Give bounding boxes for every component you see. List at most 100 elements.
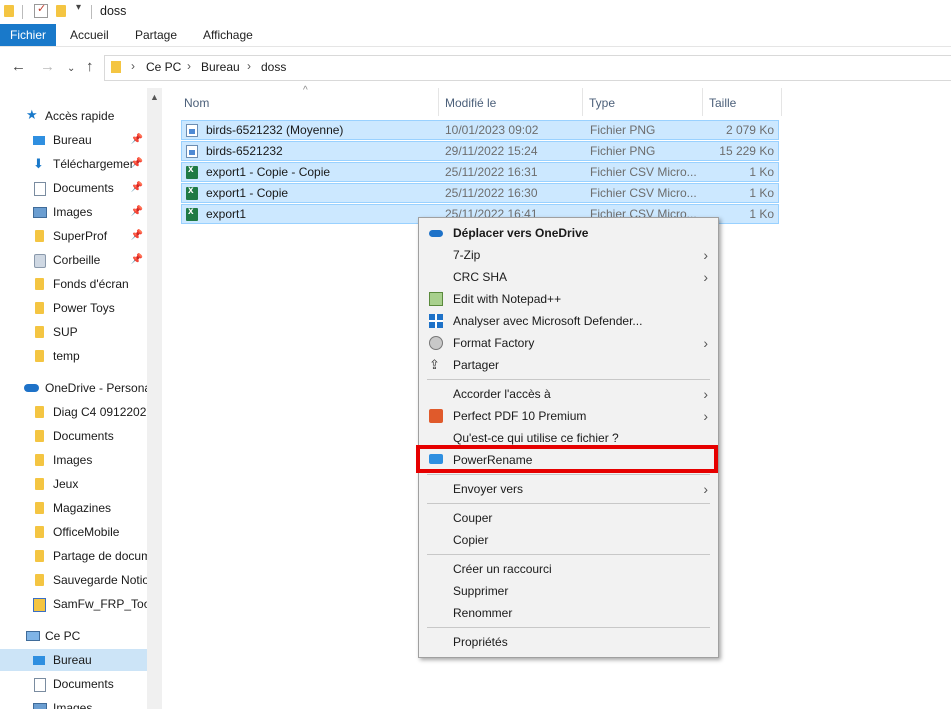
nav-pc-item-bureau[interactable]: Bureau xyxy=(0,649,147,671)
onedrive-cloud-icon xyxy=(429,230,443,237)
nav-item-images[interactable]: Images 📌 xyxy=(0,201,147,223)
nav-onedrive-item[interactable]: Diag C4 09122022 xyxy=(0,401,147,423)
menu-item-create-shortcut[interactable]: Créer un raccourci xyxy=(419,558,718,580)
column-divider[interactable] xyxy=(438,88,439,116)
menu-separator xyxy=(427,627,710,628)
customize-toolbar-icon[interactable]: ▾ xyxy=(76,2,81,13)
tab-fichier[interactable]: Fichier xyxy=(0,24,56,46)
column-header-size[interactable]: Taille xyxy=(709,93,736,113)
nav-pc-item-images[interactable]: Images xyxy=(0,697,147,709)
menu-item-copy[interactable]: Copier xyxy=(419,529,718,551)
column-header-name[interactable]: Nom xyxy=(184,93,209,113)
file-row[interactable]: export1 - Copie 25/11/2022 16:30 Fichier… xyxy=(181,183,779,203)
menu-item-perfect-pdf[interactable]: Perfect PDF 10 Premium › xyxy=(419,405,718,427)
forward-arrow-icon[interactable]: → xyxy=(40,59,55,75)
divider xyxy=(91,5,92,19)
menu-item-format-factory[interactable]: Format Factory › xyxy=(419,332,718,354)
shortcut-folder-icon xyxy=(33,598,46,612)
tab-affichage[interactable]: Affichage xyxy=(193,24,263,46)
back-arrow-icon[interactable]: ← xyxy=(11,59,26,75)
menu-item-share[interactable]: ⇪ Partager xyxy=(419,354,718,376)
nav-onedrive-item[interactable]: Sauvegarde Notio xyxy=(0,569,147,591)
file-row[interactable]: birds-6521232 29/11/2022 15:24 Fichier P… xyxy=(181,141,779,161)
documents-icon xyxy=(34,678,46,692)
menu-separator xyxy=(427,554,710,555)
file-row[interactable]: export1 - Copie - Copie 25/11/2022 16:31… xyxy=(181,162,779,182)
nav-onedrive-item[interactable]: Magazines xyxy=(0,497,147,519)
nav-item-superprof[interactable]: SuperProf 📌 xyxy=(0,225,147,247)
nav-item-fonds-ecran[interactable]: Fonds d'écran xyxy=(0,273,147,295)
nav-quick-access[interactable]: ★ Accès rapide xyxy=(0,105,147,127)
pin-icon: 📌 xyxy=(130,182,143,193)
nav-item-sup[interactable]: SUP xyxy=(0,321,147,343)
recent-locations-chevron-icon[interactable]: ⌄ xyxy=(67,61,75,77)
pin-icon: 📌 xyxy=(130,158,143,169)
file-row[interactable]: birds-6521232 (Moyenne) 10/01/2023 09:02… xyxy=(181,120,779,140)
menu-item-defender-scan[interactable]: Analyser avec Microsoft Defender... xyxy=(419,310,718,332)
scroll-up-icon[interactable]: ▲ xyxy=(150,92,159,102)
menu-item-grant-access[interactable]: Accorder l'accès à › xyxy=(419,383,718,405)
nav-item-bureau[interactable]: Bureau 📌 xyxy=(0,129,147,151)
address-bar[interactable]: › Ce PC › Bureau › doss xyxy=(104,55,951,81)
submenu-chevron-icon: › xyxy=(703,269,708,285)
column-divider[interactable] xyxy=(702,88,703,116)
menu-item-send-to[interactable]: Envoyer vers › xyxy=(419,478,718,500)
nav-pc-item-documents[interactable]: Documents xyxy=(0,673,147,695)
column-divider[interactable] xyxy=(781,88,782,116)
menu-item-delete[interactable]: Supprimer xyxy=(419,580,718,602)
pin-icon: 📌 xyxy=(130,134,143,145)
pin-icon: 📌 xyxy=(130,230,143,241)
menu-item-cut[interactable]: Couper xyxy=(419,507,718,529)
images-icon xyxy=(33,703,47,709)
tab-partage[interactable]: Partage xyxy=(125,24,187,46)
documents-icon xyxy=(34,182,46,196)
breadcrumb-ce-pc[interactable]: Ce PC xyxy=(146,60,181,74)
nav-onedrive-item[interactable]: Documents xyxy=(0,425,147,447)
menu-item-rename[interactable]: Renommer xyxy=(419,602,718,624)
nav-item-corbeille[interactable]: Corbeille 📌 xyxy=(0,249,147,271)
folder-icon xyxy=(35,350,44,362)
folder-icon xyxy=(35,302,44,314)
nav-onedrive-item[interactable]: Partage de docum xyxy=(0,545,147,567)
menu-item-properties[interactable]: Propriétés xyxy=(419,631,718,653)
column-header-date[interactable]: Modifié le xyxy=(445,93,496,113)
highlight-box xyxy=(416,445,718,473)
menu-item-7zip[interactable]: 7-Zip › xyxy=(419,244,718,266)
column-header-type[interactable]: Type xyxy=(589,93,615,113)
properties-check-icon[interactable]: ✓ xyxy=(34,3,48,18)
nav-onedrive-item[interactable]: Jeux xyxy=(0,473,147,495)
menu-separator xyxy=(427,474,710,475)
nav-item-temp[interactable]: temp xyxy=(0,345,147,367)
nav-onedrive-item[interactable]: OfficeMobile xyxy=(0,521,147,543)
menu-item-move-to-onedrive[interactable]: Déplacer vers OneDrive xyxy=(419,222,718,244)
up-arrow-icon[interactable]: ↑ xyxy=(86,59,94,75)
computer-icon xyxy=(26,631,40,641)
nav-onedrive[interactable]: OneDrive - Persona xyxy=(0,377,147,399)
png-icon xyxy=(186,145,198,158)
nav-item-power-toys[interactable]: Power Toys xyxy=(0,297,147,319)
menu-item-crc-sha[interactable]: CRC SHA › xyxy=(419,266,718,288)
nav-this-pc[interactable]: Ce PC xyxy=(0,625,147,647)
png-icon xyxy=(186,124,198,137)
column-divider[interactable] xyxy=(582,88,583,116)
window-title: doss xyxy=(100,4,127,18)
nav-onedrive-item[interactable]: SamFw_FRP_Tool_ xyxy=(0,593,147,615)
tab-accueil[interactable]: Accueil xyxy=(60,24,119,46)
nav-scrollbar[interactable]: ▲ xyxy=(147,88,162,709)
folder-icon xyxy=(35,278,44,290)
desktop-icon xyxy=(33,656,45,665)
menu-separator xyxy=(427,379,710,380)
pin-icon: 📌 xyxy=(130,206,143,217)
context-menu: Déplacer vers OneDrive 7-Zip › CRC SHA ›… xyxy=(418,217,719,658)
menu-item-edit-notepadpp[interactable]: Edit with Notepad++ xyxy=(419,288,718,310)
submenu-chevron-icon: › xyxy=(703,481,708,497)
new-folder-icon[interactable] xyxy=(56,5,66,17)
recycle-bin-icon xyxy=(34,254,46,268)
nav-item-telechargements[interactable]: ⬇ Téléchargemer 📌 xyxy=(0,153,147,175)
breadcrumb-bureau[interactable]: Bureau xyxy=(201,60,240,74)
desktop-icon xyxy=(33,136,45,145)
nav-item-documents[interactable]: Documents 📌 xyxy=(0,177,147,199)
nav-onedrive-item[interactable]: Images xyxy=(0,449,147,471)
breadcrumb-doss[interactable]: doss xyxy=(261,60,286,74)
share-icon: ⇪ xyxy=(429,357,440,372)
